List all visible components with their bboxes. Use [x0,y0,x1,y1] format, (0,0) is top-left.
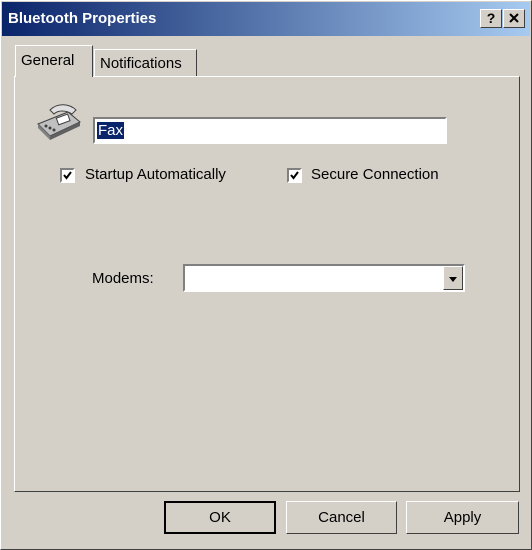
tab-notifications[interactable]: Notifications [94,49,197,76]
fax-icon [37,104,81,140]
checkmark-icon [290,171,299,180]
tab-general-label: General [21,52,75,69]
cancel-button[interactable]: Cancel [286,501,397,534]
modems-dropdown-button[interactable] [443,266,463,290]
close-icon [509,13,519,23]
checkmark-icon [63,171,72,180]
general-tab-panel: Fax Startup Automatically Secure Connect… [14,76,520,492]
ok-button[interactable]: OK [164,501,276,534]
close-button[interactable] [503,9,525,28]
startup-automatically-label: Startup Automatically [85,166,226,183]
startup-automatically-checkbox[interactable] [60,168,75,183]
secure-connection-label: Secure Connection [311,166,439,183]
secure-connection-checkbox[interactable] [287,168,302,183]
modems-dropdown[interactable] [183,264,465,292]
device-name-value: Fax [97,122,125,139]
bluetooth-properties-dialog: Bluetooth Properties ? General Notificat… [0,0,532,550]
apply-button[interactable]: Apply [406,501,519,534]
device-name-field[interactable]: Fax [93,117,447,144]
help-button[interactable]: ? [480,9,502,28]
title-bar[interactable]: Bluetooth Properties ? [2,2,530,36]
tab-general[interactable]: General [15,45,93,77]
tab-notifications-label: Notifications [100,55,182,72]
modems-label: Modems: [92,270,154,287]
window-title: Bluetooth Properties [8,10,157,27]
chevron-down-icon [449,277,457,282]
